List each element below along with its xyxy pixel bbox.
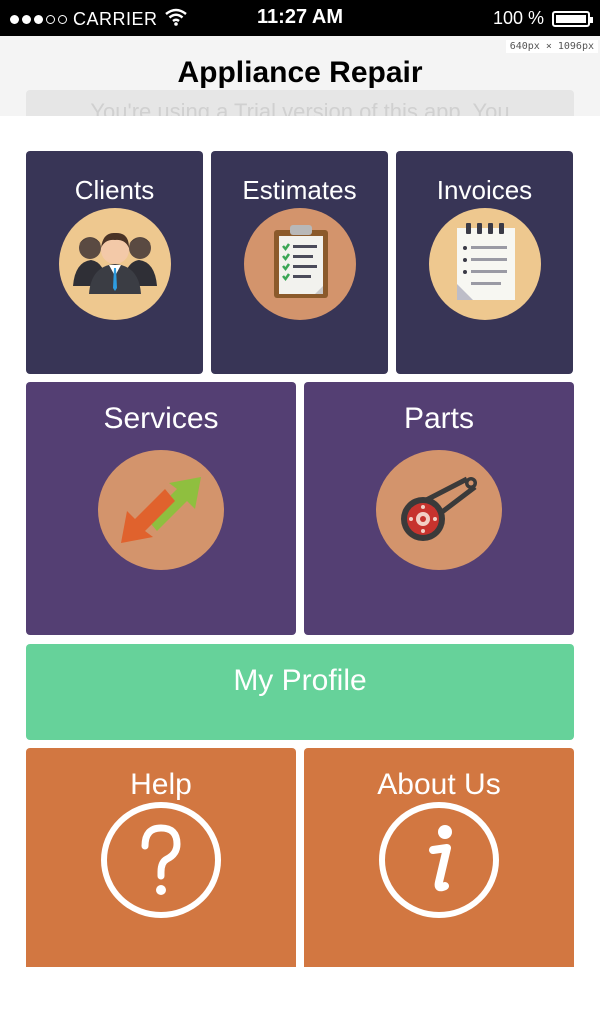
invoices-tile[interactable]: Invoices <box>396 151 573 374</box>
belt-pulley-icon <box>375 449 503 576</box>
notepad-icon <box>428 208 541 325</box>
invoices-label: Invoices <box>436 175 533 205</box>
battery-icon <box>552 10 593 27</box>
parts-label: Parts <box>403 402 475 435</box>
people-icon <box>58 208 171 325</box>
question-icon <box>99 800 223 925</box>
exchange-arrows-icon <box>97 449 225 576</box>
about-us-label: About Us <box>377 768 501 801</box>
help-label: Help <box>130 768 192 801</box>
clients-label: Clients <box>74 175 155 205</box>
trial-notice[interactable]: You're using a Trial version of this app… <box>26 90 574 116</box>
help-tile[interactable]: Help <box>26 748 296 967</box>
my-profile-button[interactable]: My Profile <box>26 644 574 740</box>
app-header: 640px × 1096px Appliance Repair You're u… <box>0 36 600 116</box>
clipboard-checklist-icon <box>243 208 356 325</box>
parts-tile[interactable]: Parts <box>304 382 574 635</box>
about-us-tile[interactable]: About Us <box>304 748 574 967</box>
clients-tile[interactable]: Clients <box>26 151 203 374</box>
size-note: 640px × 1096px <box>505 40 598 53</box>
battery-percent: 100 % <box>492 8 544 28</box>
page-title: Appliance Repair <box>177 56 423 89</box>
estimates-tile[interactable]: Estimates <box>211 151 388 374</box>
estimates-label: Estimates <box>242 175 357 205</box>
services-tile[interactable]: Services <box>26 382 296 635</box>
info-icon <box>377 800 501 925</box>
services-label: Services <box>103 402 219 435</box>
status-right: 100 % <box>492 8 593 29</box>
status-bar: CARRIER 11:27 AM 100 % <box>0 0 600 36</box>
my-profile-label: My Profile <box>233 664 367 697</box>
